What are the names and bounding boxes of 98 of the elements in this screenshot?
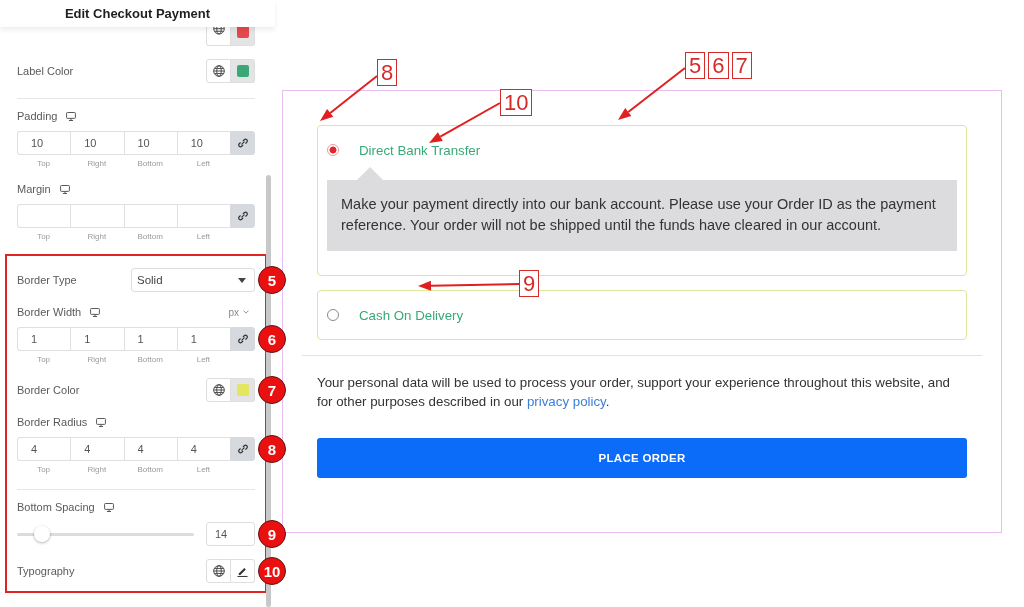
edit-button[interactable] — [231, 559, 255, 583]
callout-number: 5 — [685, 52, 706, 79]
dimension-input[interactable]: 1 — [123, 327, 177, 351]
unit-selector[interactable]: px — [228, 306, 255, 318]
step-marker: 8 — [258, 435, 286, 463]
step-marker: 10 — [258, 557, 286, 585]
side-label: Left — [195, 159, 212, 169]
dimension-input[interactable] — [17, 204, 71, 228]
side-label: Left — [195, 232, 212, 242]
number-input[interactable]: 14 — [206, 522, 255, 546]
step-marker: 7 — [258, 376, 286, 404]
monitor-icon[interactable] — [103, 502, 114, 512]
color-picker-button[interactable] — [231, 27, 255, 46]
global-button[interactable] — [206, 559, 231, 583]
dimension-input[interactable]: 10 — [70, 131, 124, 155]
globe-icon — [212, 565, 225, 577]
payment-method-label: Cash On Delivery — [359, 307, 464, 323]
control-label: Border Type — [17, 274, 77, 286]
globe-icon — [212, 65, 225, 77]
monitor-icon[interactable] — [59, 184, 70, 194]
slider-thumb[interactable] — [33, 525, 50, 542]
dimension-input[interactable]: 1 — [70, 327, 124, 351]
control-label: Label Color — [17, 65, 74, 77]
chevron-down-icon — [243, 310, 249, 314]
globe-icon — [212, 384, 225, 396]
link-button[interactable] — [230, 437, 255, 461]
side-label: Left — [195, 355, 212, 365]
color-picker-button[interactable] — [231, 378, 255, 402]
callout-arrow — [320, 75, 378, 121]
link-button[interactable] — [230, 327, 255, 351]
side-label: Right — [86, 232, 108, 242]
payment-description: Make your payment directly into our bank account. Please use your Order ID as the payment reference. Your order will not be shipped until the funds have cleared in our account. — [341, 195, 937, 235]
payment-method-label: Direct Bank Transfer — [359, 142, 481, 158]
monitor-icon[interactable] — [90, 307, 101, 317]
side-label: Top — [36, 232, 52, 242]
control-label: Border Color — [17, 384, 80, 396]
control-label: Margin — [17, 183, 51, 195]
side-label: Top — [36, 159, 52, 169]
global-button[interactable] — [206, 27, 231, 46]
link-icon — [237, 444, 248, 454]
dimension-input[interactable] — [176, 204, 230, 228]
link-icon — [237, 334, 248, 344]
side-label: Right — [86, 159, 108, 169]
panel-title: Edit Checkout Payment — [64, 6, 211, 21]
dimension-input[interactable]: 4 — [17, 437, 71, 461]
side-label: Top — [36, 465, 52, 475]
step-marker: 6 — [258, 325, 286, 353]
color-picker-button[interactable] — [231, 59, 255, 83]
dimension-input[interactable]: 10 — [176, 131, 230, 155]
callout-number: 10 — [500, 89, 533, 116]
dimension-input[interactable]: 10 — [17, 131, 71, 155]
callout-number: 7 — [731, 52, 752, 79]
side-label: Bottom — [136, 232, 164, 242]
global-button[interactable] — [206, 59, 231, 83]
monitor-icon[interactable] — [96, 417, 107, 427]
callout-arrow — [618, 67, 686, 120]
pencil-icon — [237, 565, 248, 577]
callout-number: 8 — [377, 59, 398, 86]
side-label: Right — [86, 355, 108, 365]
radio-button[interactable] — [327, 144, 339, 156]
step-marker: 9 — [258, 520, 286, 548]
link-button[interactable] — [230, 131, 255, 155]
link-icon — [237, 211, 248, 221]
dimension-input[interactable]: 1 — [17, 327, 71, 351]
callout-number: 9 — [519, 270, 540, 297]
dimension-input[interactable]: 1 — [176, 327, 230, 351]
side-label: Bottom — [136, 159, 164, 169]
control-label: Typography — [17, 565, 75, 577]
dimension-input[interactable]: 4 — [176, 437, 230, 461]
step-marker: 5 — [258, 266, 286, 294]
caret-icon — [238, 277, 246, 283]
border-type-select[interactable]: Solid — [131, 268, 255, 292]
control-label: Bottom Spacing — [17, 501, 95, 513]
privacy-text: Your personal data will be used to process your order, support your experience throughout this website, and for other purposes described in our privacy policy. — [317, 374, 951, 411]
privacy-policy-link[interactable]: privacy policy — [526, 394, 606, 409]
place-order-button[interactable]: PLACE ORDER — [317, 438, 967, 478]
dimension-input[interactable]: 4 — [70, 437, 124, 461]
control-label: Padding — [17, 110, 58, 122]
dimension-input[interactable]: 10 — [123, 131, 177, 155]
side-label: Right — [86, 465, 108, 475]
dimension-input[interactable]: 4 — [123, 437, 177, 461]
globe-icon — [212, 27, 225, 35]
dimension-input[interactable] — [70, 204, 124, 228]
payment-method[interactable]: Direct Bank Transfer Make your payment directly into our bank account. Please use your Order ID as the payment reference. Your order will not be shipped until the funds have cleared in our account. — [317, 125, 967, 276]
side-label: Left — [195, 465, 212, 475]
global-button[interactable] — [206, 378, 231, 402]
side-label: Bottom — [136, 465, 164, 475]
radio-button[interactable] — [327, 309, 339, 321]
link-icon — [237, 138, 248, 148]
link-button[interactable] — [230, 204, 255, 228]
callout-arrow — [429, 102, 501, 143]
side-label: Top — [36, 355, 52, 365]
callout-number: 6 — [708, 52, 729, 79]
dimension-input[interactable] — [123, 204, 177, 228]
side-label: Bottom — [136, 355, 164, 365]
control-label: Border Radius — [17, 416, 88, 428]
monitor-icon[interactable] — [66, 111, 77, 121]
control-label: Border Width — [17, 306, 82, 318]
